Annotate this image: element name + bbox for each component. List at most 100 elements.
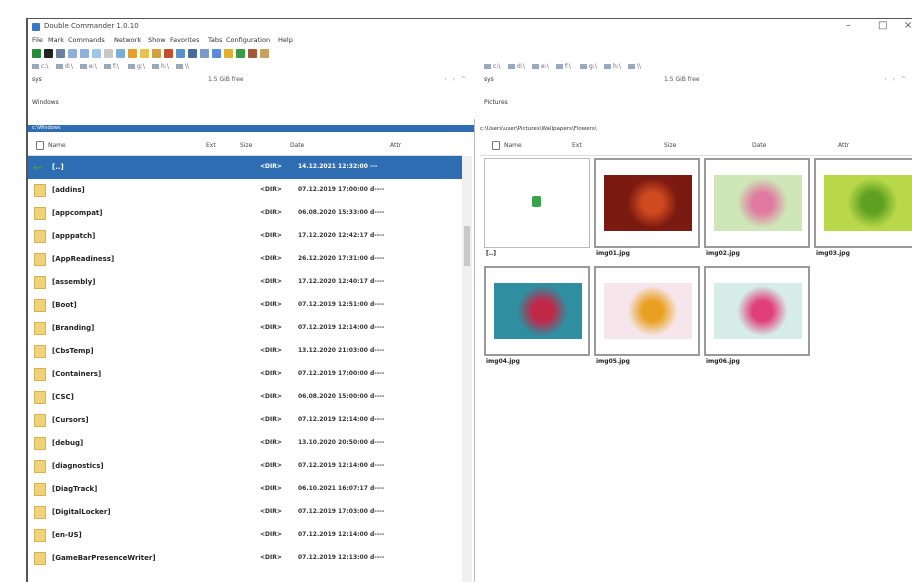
menu-file[interactable]: File [32,36,43,44]
file-row[interactable]: [assembly] <DIR> 17.12.2020 12:40:17 d---- [28,271,462,294]
file-row[interactable]: [Containers] <DIR> 07.12.2019 17:00:00 d--… [28,363,462,386]
file-ext: <DIR> [260,255,282,262]
thumbnail-tile[interactable]: img03.jpg [814,158,912,264]
left-breadcrumb[interactable]: Windows [32,99,59,109]
thumbnail-tile[interactable]: img05.jpg [594,266,702,372]
drive-h-button[interactable]: h:\ [152,63,169,70]
column-name[interactable]: Name [504,142,522,149]
maximize-button[interactable]: □ [878,20,887,31]
left-scrollbar[interactable] [462,156,472,582]
left-active-path[interactable]: c:\Windows [28,125,474,132]
file-row[interactable]: ← [..] <DIR> 14.12.2021 12:32:00 --- [28,156,462,179]
column-ext[interactable]: Ext [206,142,216,149]
select-icon[interactable] [92,49,101,58]
file-row[interactable]: [CSC] <DIR> 06.08.2020 15:00:00 d---- [28,386,462,409]
column-size[interactable]: Size [664,142,676,149]
file-row[interactable]: [DiagTrack] <DIR> 06.10.2021 16:07:17 d---… [28,478,462,501]
thumbnail-tile[interactable]: [..] [484,158,592,264]
column-name[interactable]: Name [48,142,66,149]
filter-icon[interactable] [492,141,500,150]
column-ext[interactable]: Ext [572,142,582,149]
thumbnail-tile[interactable]: img06.jpg [704,266,812,372]
menu-network[interactable]: Network [114,36,141,44]
column-size[interactable]: Size [240,142,252,149]
terminal-icon[interactable] [212,49,221,58]
column-attr[interactable]: Attr [390,142,401,149]
file-row[interactable]: [GameBarPresenceWriter] <DIR> 07.12.2019 1… [28,547,462,570]
pack-icon[interactable] [152,49,161,58]
file-row[interactable]: [DigitalLocker] <DIR> 07.12.2019 17:03:00 … [28,501,462,524]
network-drive-button[interactable]: \\ [176,63,189,70]
close-button[interactable]: × [904,20,912,31]
menu-favorites[interactable]: Favorites [170,36,199,44]
file-row[interactable]: [Branding] <DIR> 07.12.2019 12:14:00 d---- [28,317,462,340]
menu-commands[interactable]: Commands [68,36,105,44]
full-view-icon[interactable] [68,49,77,58]
file-row[interactable]: [addins] <DIR> 07.12.2019 17:00:00 d---- [28,179,462,202]
thumbnail-view-icon[interactable] [80,49,89,58]
thumbnail-tile[interactable]: img01.jpg [594,158,702,264]
panel-divider[interactable] [474,119,475,582]
menu-configuration[interactable]: Configuration [226,36,270,44]
image-thumbnail [824,175,912,231]
drive-f-button[interactable]: f:\ [104,63,119,70]
right-active-path[interactable]: c:\Users\user\Pictures\Wallpapers\Flower… [480,126,597,132]
column-date[interactable]: Date [752,142,766,149]
file-row[interactable]: [apppatch] <DIR> 17.12.2020 12:42:17 d---- [28,225,462,248]
folder-icon [34,184,46,197]
file-date: 07.12.2019 12:13:00 d---- [298,554,385,561]
file-row[interactable]: [Boot] <DIR> 07.12.2019 12:51:00 d---- [28,294,462,317]
file-row[interactable]: [AppReadiness] <DIR> 26.12.2020 17:31:00 d… [28,248,462,271]
drive-e-button[interactable]: e:\ [80,63,97,70]
sync-icon[interactable] [188,49,197,58]
menu-show[interactable]: Show [148,36,166,44]
file-row[interactable]: [debug] <DIR> 13.10.2020 20:50:00 d---- [28,432,462,455]
brief-view-icon[interactable] [56,49,65,58]
refresh-icon[interactable] [32,49,41,58]
compare-icon[interactable] [200,49,209,58]
left-drive-select[interactable]: sys [32,76,42,83]
folder-new-icon[interactable] [140,49,149,58]
copy-icon[interactable] [116,49,125,58]
drive-c-button[interactable]: c:\ [32,63,48,70]
run-icon[interactable] [236,49,245,58]
file-row[interactable]: [en-US] <DIR> 07.12.2019 12:14:00 d---- [28,524,462,547]
view-icon[interactable] [44,49,53,58]
menu-help[interactable]: Help [278,36,293,44]
drive-g-button[interactable]: g:\ [128,63,145,70]
drive-d-button[interactable]: d:\ [56,63,73,70]
thumbnail-tile[interactable]: img04.jpg [484,266,592,372]
file-row[interactable]: [appcompat] <DIR> 06.08.2020 15:33:00 d---… [28,202,462,225]
right-breadcrumb[interactable]: Pictures [484,99,508,109]
filter-icon[interactable] [36,141,44,150]
right-drive-select[interactable]: sys [484,76,494,83]
rename-icon[interactable] [224,49,233,58]
column-date[interactable]: Date [290,142,304,149]
drive-h-button[interactable]: h:\ [604,63,621,70]
scrollbar-thumb[interactable] [464,226,470,266]
settings-icon[interactable] [260,49,269,58]
drive-g-button[interactable]: g:\ [580,63,597,70]
file-ext: <DIR> [260,301,282,308]
file-row[interactable]: [Cursors] <DIR> 07.12.2019 12:14:00 d---- [28,409,462,432]
right-nav-arrows[interactable]: ‹ › ^ [884,76,908,83]
menu-tabs[interactable]: Tabs [208,36,222,44]
drive-d-button[interactable]: d:\ [508,63,525,70]
drive-e-button[interactable]: e:\ [532,63,549,70]
move-icon[interactable] [128,49,137,58]
file-row[interactable]: [diagnostics] <DIR> 07.12.2019 12:14:00 d-… [28,455,462,478]
minimize-button[interactable]: – [846,20,851,31]
file-row[interactable]: [CbsTemp] <DIR> 13.12.2020 21:03:00 d---- [28,340,462,363]
menu-mark[interactable]: Mark [48,36,64,44]
left-nav-arrows[interactable]: ‹ › ^ [444,76,468,83]
drive-c-button[interactable]: c:\ [484,63,500,70]
network-drive-button[interactable]: \\ [628,63,641,70]
thumbnail-tile[interactable]: img02.jpg [704,158,812,264]
drive-f-button[interactable]: f:\ [556,63,571,70]
edit-icon[interactable] [104,49,113,58]
unpack-icon[interactable] [164,49,173,58]
delete-icon[interactable] [248,49,257,58]
search-icon[interactable] [176,49,185,58]
column-attr[interactable]: Attr [838,142,849,149]
file-ext: <DIR> [260,186,282,193]
